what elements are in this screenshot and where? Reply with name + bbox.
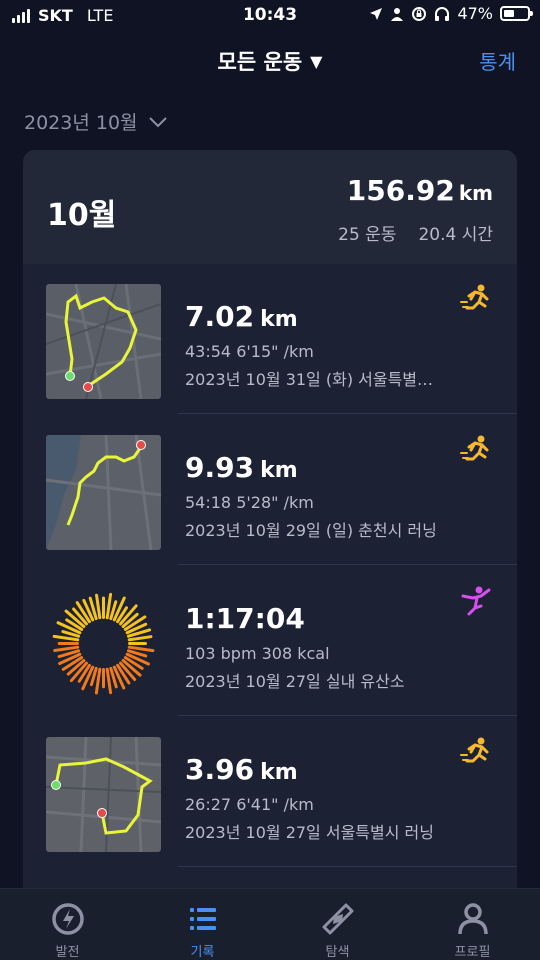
running-icon — [460, 737, 489, 763]
header: 모든 운동 ▼ 통계 — [0, 40, 540, 80]
activity-row[interactable]: 7.02 km 43:54 6'15" /km 2023년 10월 31일 (화)… — [23, 264, 517, 414]
summary-distance: 156.92 km — [347, 174, 493, 207]
tab-label: 탐색 — [325, 945, 350, 960]
status-bar: SKT LTE 10:43 47% — [0, 0, 540, 32]
tab-bar: 발전 기록 탐색 프로필 — [0, 888, 540, 960]
summary-distance-unit: km — [458, 181, 493, 205]
divider — [178, 866, 517, 867]
tab-profile[interactable]: 프로필 — [405, 889, 540, 960]
activity-main: 7.02 — [185, 300, 255, 333]
activity-main: 1:17:04 — [185, 602, 305, 635]
activity-main: 9.93 — [185, 451, 255, 484]
route-map-thumbnail — [46, 435, 161, 550]
month-selector-label: 2023년 10월 — [24, 112, 138, 134]
divider — [178, 715, 517, 716]
activity-main: 3.96 — [185, 753, 255, 786]
activity-main-value: 9.93 km — [185, 451, 298, 484]
stats-button[interactable]: 통계 — [479, 46, 516, 75]
activity-date-location: 2023년 10월 31일 (화) 서울특별… — [185, 370, 434, 389]
headphones-icon — [435, 6, 450, 21]
summary-month: 10월 — [47, 198, 117, 233]
divider — [178, 413, 517, 414]
location-icon — [370, 7, 383, 20]
activity-row[interactable]: 3.96 km 26:27 6'41" /km 2023년 10월 27일 서울특… — [23, 717, 517, 867]
activity-date-location: 2023년 10월 29일 (일) 춘천시 러닝 — [185, 521, 437, 540]
compass-icon — [322, 903, 353, 935]
running-icon — [460, 435, 489, 461]
activity-row[interactable]: 9.93 km 54:18 5'28" /km 2023년 10월 29일 (일)… — [23, 415, 517, 565]
activity-stats: 43:54 6'15" /km — [185, 342, 314, 361]
rotation-lock-icon — [412, 6, 427, 21]
progress-icon — [51, 903, 84, 935]
list-icon — [189, 908, 216, 930]
running-icon — [460, 284, 489, 310]
heart-rate-ring-thumbnail — [46, 586, 161, 701]
route-map-thumbnail — [46, 284, 161, 399]
activity-stats: 54:18 5'28" /km — [185, 493, 314, 512]
month-summary[interactable]: 10월 156.92 km 25 운동 20.4 시간 — [23, 150, 517, 264]
yoga-icon — [461, 586, 491, 616]
workout-filter-dropdown[interactable]: 모든 운동 ▼ — [0, 46, 540, 76]
tab-label: 프로필 — [454, 945, 491, 960]
month-selector[interactable]: 2023년 10월 — [24, 108, 168, 135]
activity-stats: 26:27 6'41" /km — [185, 795, 314, 814]
battery-percent: 47% — [457, 4, 493, 23]
person-icon — [391, 7, 404, 21]
tab-label: 발전 — [55, 945, 80, 960]
activity-date-location: 2023년 10월 27일 실내 유산소 — [185, 672, 405, 691]
activity-main-value: 1:17:04 — [185, 602, 305, 635]
summary-distance-value: 156.92 — [346, 174, 455, 207]
battery-icon — [500, 6, 533, 21]
activity-unit: km — [260, 307, 298, 332]
profile-icon — [457, 903, 488, 935]
activity-stats: 103 bpm 308 kcal — [185, 644, 330, 663]
divider — [178, 564, 517, 565]
summary-duration: 20.4 시간 — [418, 225, 493, 245]
activity-unit: km — [260, 760, 298, 785]
activity-unit: km — [260, 458, 298, 483]
month-card: 10월 156.92 km 25 운동 20.4 시간 7.02 km 43:54 … — [23, 150, 517, 910]
chevron-down-icon — [148, 116, 167, 127]
workout-filter-label: 모든 운동 — [217, 50, 303, 74]
activity-main-value: 7.02 km — [185, 300, 298, 333]
activity-row[interactable]: 1:17:04 103 bpm 308 kcal 2023년 10월 27일 실… — [23, 566, 517, 716]
tab-label: 기록 — [190, 945, 215, 960]
tab-explore[interactable]: 탐색 — [270, 889, 405, 960]
activity-date-location: 2023년 10월 27일 서울특별시 러닝 — [185, 823, 434, 842]
tab-progress[interactable]: 발전 — [0, 889, 135, 960]
tab-records[interactable]: 기록 — [135, 889, 270, 960]
caret-down-icon: ▼ — [310, 52, 323, 71]
activity-main-value: 3.96 km — [185, 753, 298, 786]
route-map-thumbnail — [46, 737, 161, 852]
summary-workout-count: 25 운동 — [338, 225, 397, 245]
